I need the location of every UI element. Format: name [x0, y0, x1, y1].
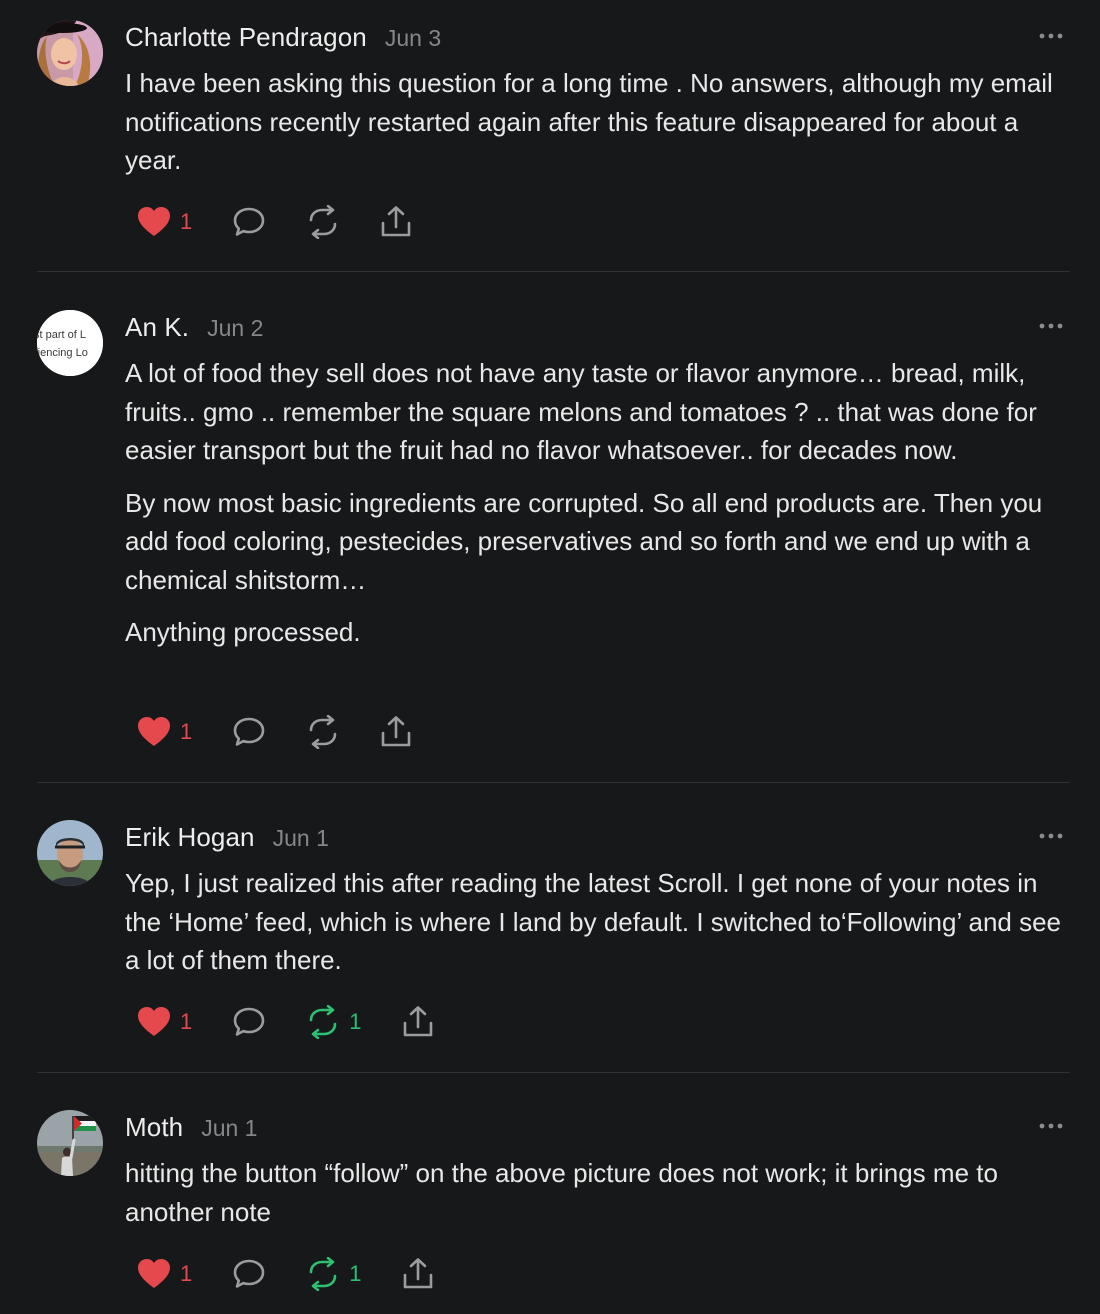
comment-paragraph: Yep, I just realized this after reading … [125, 868, 1062, 975]
restack-arrows-icon [309, 1005, 337, 1039]
heart-icon [138, 1007, 170, 1036]
heart-icon [138, 1259, 170, 1288]
restack-arrows-icon [309, 205, 337, 239]
share-upload-icon [381, 206, 411, 237]
like-count: 1 [180, 1261, 193, 1286]
share-button[interactable] [380, 715, 412, 749]
restack-count: 1 [349, 1261, 362, 1286]
ellipsis-icon[interactable] [1036, 1118, 1066, 1134]
reply-button[interactable] [232, 1006, 266, 1038]
comment-header: Moth Jun 1 [125, 1112, 257, 1148]
reply-button[interactable] [232, 1258, 266, 1290]
comment-body: A lot of food they sell does not have an… [125, 354, 1075, 666]
speech-bubble-icon [233, 1007, 265, 1036]
restack-button[interactable] [306, 715, 340, 749]
comment-date[interactable]: Jun 2 [207, 315, 263, 342]
restack-button[interactable] [306, 205, 340, 239]
like-button[interactable]: 1 [137, 1258, 192, 1290]
comment-paragraph: hitting the button “follow” on the above… [125, 1158, 998, 1227]
speech-bubble-icon [233, 207, 265, 236]
author-name[interactable]: An K. [125, 312, 189, 343]
like-count: 1 [180, 719, 193, 744]
heart-icon [138, 717, 170, 746]
share-upload-icon [403, 1258, 432, 1289]
comment-actions: 1 1 [137, 1254, 474, 1294]
avatar[interactable]: st part of L riencing Lo [37, 310, 103, 376]
avatar-text-line-2: riencing Lo [37, 347, 88, 359]
author-name[interactable]: Charlotte Pendragon [125, 22, 367, 53]
comment-paragraph: Anything processed. [125, 617, 361, 647]
like-count: 1 [180, 1009, 193, 1034]
divider [37, 782, 1070, 783]
comment-header: Erik Hogan Jun 1 [125, 822, 329, 858]
comment-paragraph: A lot of food they sell does not have an… [125, 358, 1037, 465]
comment-date[interactable]: Jun 1 [201, 1115, 257, 1142]
comment-header: An K. Jun 2 [125, 312, 263, 348]
avatar[interactable] [37, 820, 103, 886]
comment-header: Charlotte Pendragon Jun 3 [125, 22, 441, 58]
author-name[interactable]: Erik Hogan [125, 822, 255, 853]
comment-date[interactable]: Jun 1 [273, 825, 329, 852]
avatar[interactable] [37, 1110, 103, 1176]
divider [37, 1072, 1070, 1073]
comment-body: hitting the button “follow” on the above… [125, 1154, 1075, 1245]
avatar-text-line-1: st part of L [37, 329, 86, 341]
restack-button[interactable]: 1 [306, 1257, 362, 1291]
reply-button[interactable] [232, 206, 266, 238]
share-upload-icon [403, 1006, 432, 1037]
share-upload-icon [381, 716, 411, 747]
like-button[interactable]: 1 [137, 1006, 192, 1038]
like-button[interactable]: 1 [137, 206, 192, 238]
restack-arrows-icon [309, 715, 337, 749]
ellipsis-icon[interactable] [1036, 828, 1066, 844]
comment-actions: 1 [137, 712, 452, 752]
comment-paragraph: By now most basic ingredients are corrup… [125, 487, 1043, 595]
speech-bubble-icon [233, 1259, 265, 1288]
restack-arrows-icon [309, 1257, 337, 1291]
ellipsis-icon[interactable] [1036, 318, 1066, 334]
comment-actions: 1 1 [137, 1002, 474, 1042]
like-count: 1 [180, 209, 193, 234]
share-button[interactable] [380, 205, 412, 239]
comment-date[interactable]: Jun 3 [385, 25, 441, 52]
author-name[interactable]: Moth [125, 1112, 183, 1143]
avatar[interactable] [37, 20, 103, 86]
restack-count: 1 [349, 1009, 362, 1034]
speech-bubble-icon [233, 717, 265, 746]
reply-button[interactable] [232, 716, 266, 748]
restack-button[interactable]: 1 [306, 1005, 362, 1039]
ellipsis-icon[interactable] [1036, 28, 1066, 44]
divider [37, 271, 1070, 272]
comment-actions: 1 [137, 202, 452, 242]
comment-body: Yep, I just realized this after reading … [125, 864, 1075, 994]
comment-4: Moth Jun 1 hitting the button “follow” o… [0, 1090, 1100, 1314]
comment-body: I have been asking this question for a l… [125, 64, 1075, 194]
like-button[interactable]: 1 [137, 716, 192, 748]
comment-paragraph: I have been asking this question for a l… [125, 68, 1053, 175]
share-button[interactable] [402, 1257, 434, 1291]
comment-2: st part of L riencing Lo An K. Jun 2 A l… [0, 290, 1100, 783]
heart-icon [138, 207, 170, 236]
comment-3: Erik Hogan Jun 1 Yep, I just realized th… [0, 800, 1100, 1073]
comment-1: Charlotte Pendragon Jun 3 I have been as… [0, 0, 1100, 272]
share-button[interactable] [402, 1005, 434, 1039]
